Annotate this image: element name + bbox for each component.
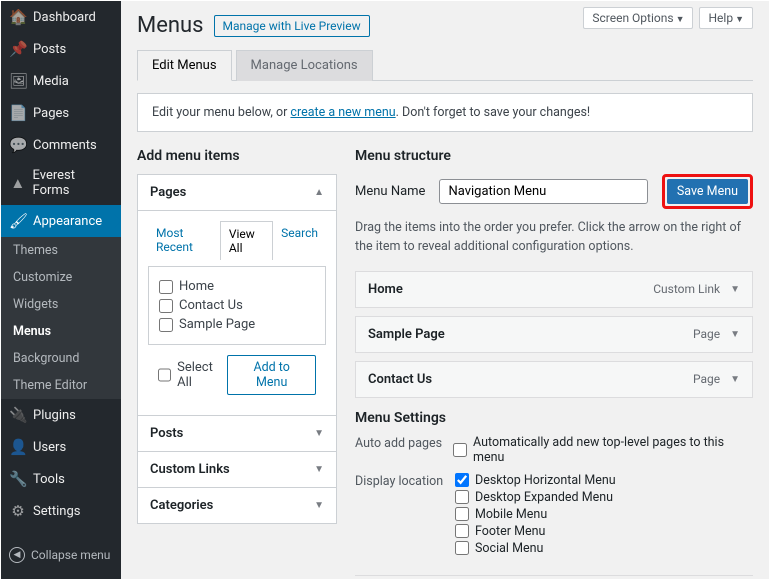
menu-icon: ⚙ xyxy=(9,502,27,520)
location-checkbox[interactable] xyxy=(455,524,469,538)
screen-options-button[interactable]: Screen Options▼ xyxy=(583,7,693,29)
caret-down-icon: ▼ xyxy=(730,284,740,295)
sidebar-item-pages[interactable]: 📄Pages xyxy=(1,97,121,129)
tabs: Edit Menus Manage Locations xyxy=(137,50,753,81)
page-checkbox[interactable] xyxy=(159,318,173,332)
add-to-menu-button[interactable]: Add to Menu xyxy=(227,355,316,395)
caret-down-icon: ▼ xyxy=(314,428,324,439)
subtab-search[interactable]: Search xyxy=(273,221,326,260)
display-location-label: Display location xyxy=(355,472,445,489)
menu-icon: 🔧 xyxy=(9,470,27,488)
save-highlight: Save Menu xyxy=(662,174,753,209)
page-checkbox[interactable] xyxy=(159,299,173,313)
location-option[interactable]: Desktop Horizontal Menu xyxy=(455,472,616,489)
menu-name-label: Menu Name xyxy=(355,184,425,199)
location-checkbox[interactable] xyxy=(455,473,469,487)
sidebar-item-everest-forms[interactable]: ▲Everest Forms xyxy=(1,161,121,205)
menu-icon: 💬 xyxy=(9,136,27,154)
auto-add-label: Auto add pages xyxy=(355,434,443,451)
help-button[interactable]: Help▼ xyxy=(699,7,753,29)
caret-up-icon: ▲ xyxy=(314,187,324,198)
location-checkbox[interactable] xyxy=(455,507,469,521)
select-all[interactable]: Select All xyxy=(158,360,227,390)
sidebar-item-posts[interactable]: 📌Posts xyxy=(1,33,121,65)
menu-icon: 🏠 xyxy=(9,8,27,26)
chevron-down-icon: ▼ xyxy=(676,15,685,25)
admin-sidebar: 🏠Dashboard📌Posts🖼Media📄Pages💬Comments▲Ev… xyxy=(1,1,121,579)
panel-categories-header[interactable]: Categories▼ xyxy=(138,488,336,523)
sidebar-item-dashboard[interactable]: 🏠Dashboard xyxy=(1,1,121,33)
menu-settings-heading: Menu Settings xyxy=(355,410,753,426)
caret-down-icon: ▼ xyxy=(730,329,740,340)
location-option[interactable]: Mobile Menu xyxy=(455,506,616,523)
sidebar-sub-customize[interactable]: Customize xyxy=(1,264,121,291)
structure-desc: Drag the items into the order you prefer… xyxy=(355,219,753,257)
chevron-down-icon: ▼ xyxy=(735,15,744,25)
subtab-view-all[interactable]: View All xyxy=(220,221,273,260)
sidebar-item-tools[interactable]: 🔧Tools xyxy=(1,463,121,495)
live-preview-button[interactable]: Manage with Live Preview xyxy=(214,15,370,37)
sidebar-sub-background[interactable]: Background xyxy=(1,345,121,372)
menu-icon: 🔌 xyxy=(9,406,27,424)
sidebar-sub-theme-editor[interactable]: Theme Editor xyxy=(1,372,121,399)
location-option[interactable]: Social Menu xyxy=(455,540,616,557)
panel-custom-links-header[interactable]: Custom Links▼ xyxy=(138,452,336,488)
add-items-accordion: Pages ▲ Most Recent View All Search Home… xyxy=(137,174,337,524)
caret-down-icon: ▼ xyxy=(730,374,740,385)
collapse-label: Collapse menu xyxy=(31,548,110,562)
collapse-icon: ◀ xyxy=(9,547,25,563)
location-checkbox[interactable] xyxy=(455,490,469,504)
location-checkbox[interactable] xyxy=(455,541,469,555)
menu-icon: 📌 xyxy=(9,40,27,58)
menu-item[interactable]: Sample PagePage ▼ xyxy=(355,316,753,353)
menu-item[interactable]: HomeCustom Link ▼ xyxy=(355,271,753,308)
page-option[interactable]: Contact Us xyxy=(159,296,315,315)
select-all-checkbox[interactable] xyxy=(158,368,171,382)
save-menu-button-top[interactable]: Save Menu xyxy=(667,179,748,204)
caret-down-icon: ▼ xyxy=(314,500,324,511)
tab-edit-menus[interactable]: Edit Menus xyxy=(137,50,232,81)
page-checkbox[interactable] xyxy=(159,280,173,294)
pages-checklist: HomeContact UsSample Page xyxy=(148,266,326,345)
menu-icon: 🖌 xyxy=(9,212,27,230)
panel-posts-header[interactable]: Posts▼ xyxy=(138,416,336,452)
menu-icon: 🖼 xyxy=(9,72,27,90)
menu-structure-heading: Menu structure xyxy=(355,148,753,164)
sidebar-item-plugins[interactable]: 🔌Plugins xyxy=(1,399,121,431)
sidebar-item-media[interactable]: 🖼Media xyxy=(1,65,121,97)
sidebar-sub-menus[interactable]: Menus xyxy=(1,318,121,345)
sidebar-item-appearance[interactable]: 🖌Appearance xyxy=(1,205,121,237)
sidebar-item-users[interactable]: 👤Users xyxy=(1,431,121,463)
menu-name-input[interactable] xyxy=(439,179,647,204)
panel-pages-header[interactable]: Pages ▲ xyxy=(138,175,336,211)
sidebar-item-settings[interactable]: ⚙Settings xyxy=(1,495,121,527)
menu-item[interactable]: Contact UsPage ▼ xyxy=(355,361,753,398)
tab-manage-locations[interactable]: Manage Locations xyxy=(236,50,373,81)
location-option[interactable]: Footer Menu xyxy=(455,523,616,540)
menu-icon: 👤 xyxy=(9,438,27,456)
main-content: Screen Options▼ Help▼ Menus Manage with … xyxy=(121,1,769,579)
create-menu-link[interactable]: create a new menu xyxy=(290,105,395,120)
caret-down-icon: ▼ xyxy=(314,464,324,475)
collapse-menu[interactable]: ◀ Collapse menu xyxy=(1,541,121,569)
menu-icon: ▲ xyxy=(9,174,27,192)
menu-icon: 📄 xyxy=(9,104,27,122)
page-option[interactable]: Home xyxy=(159,277,315,296)
info-notice: Edit your menu below, or create a new me… xyxy=(137,93,753,132)
location-option[interactable]: Desktop Expanded Menu xyxy=(455,489,616,506)
menu-items: HomeCustom Link ▼ Sample PagePage ▼ Contac… xyxy=(355,271,753,398)
sidebar-item-comments[interactable]: 💬Comments xyxy=(1,129,121,161)
auto-add-checkbox[interactable] xyxy=(453,443,467,457)
subtab-most-recent[interactable]: Most Recent xyxy=(148,221,220,260)
add-items-heading: Add menu items xyxy=(137,148,337,164)
sidebar-sub-widgets[interactable]: Widgets xyxy=(1,291,121,318)
sidebar-sub-themes[interactable]: Themes xyxy=(1,237,121,264)
page-option[interactable]: Sample Page xyxy=(159,315,315,334)
auto-add-option[interactable]: Automatically add new top-level pages to… xyxy=(453,434,753,466)
